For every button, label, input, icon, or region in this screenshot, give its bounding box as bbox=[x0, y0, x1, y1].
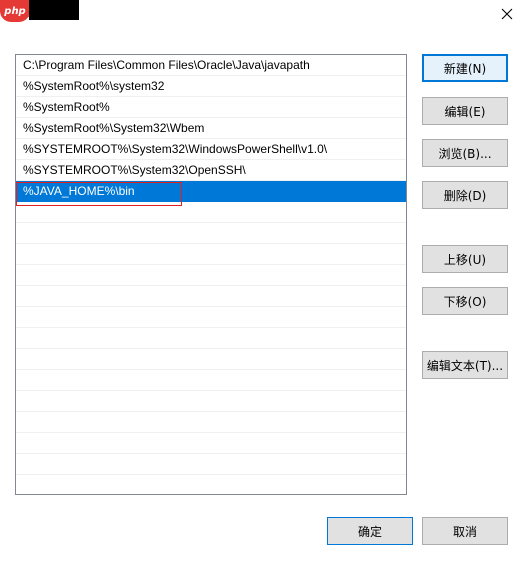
ok-button[interactable]: 确定 bbox=[327, 517, 413, 545]
new-button[interactable]: 新建(N) bbox=[422, 54, 508, 82]
list-item[interactable]: %JAVA_HOME%\bin bbox=[16, 181, 406, 202]
empty-row[interactable] bbox=[16, 328, 406, 349]
list-item[interactable]: %SystemRoot%\system32 bbox=[16, 76, 406, 97]
empty-row[interactable] bbox=[16, 475, 406, 494]
empty-row[interactable] bbox=[16, 244, 406, 265]
edit-text-button[interactable]: 编辑文本(T)... bbox=[422, 351, 508, 379]
empty-row[interactable] bbox=[16, 391, 406, 412]
list-item[interactable]: C:\Program Files\Common Files\Oracle\Jav… bbox=[16, 55, 406, 76]
empty-row[interactable] bbox=[16, 370, 406, 391]
edit-button[interactable]: 编辑(E) bbox=[422, 97, 508, 125]
path-list[interactable]: C:\Program Files\Common Files\Oracle\Jav… bbox=[15, 54, 407, 495]
browse-button[interactable]: 浏览(B)... bbox=[422, 139, 508, 167]
close-icon bbox=[501, 8, 513, 23]
cancel-button[interactable]: 取消 bbox=[422, 517, 508, 545]
list-item[interactable]: %SystemRoot% bbox=[16, 97, 406, 118]
empty-row[interactable] bbox=[16, 223, 406, 244]
php-logo: php bbox=[0, 0, 30, 22]
list-item[interactable]: %SYSTEMROOT%\System32\OpenSSH\ bbox=[16, 160, 406, 181]
move-up-button[interactable]: 上移(U) bbox=[422, 245, 508, 273]
empty-row[interactable] bbox=[16, 433, 406, 454]
close-button[interactable] bbox=[492, 0, 522, 30]
title-bar: 编辑环境变量 php bbox=[0, 0, 522, 32]
empty-row[interactable] bbox=[16, 286, 406, 307]
empty-row[interactable] bbox=[16, 412, 406, 433]
delete-button[interactable]: 删除(D) bbox=[422, 181, 508, 209]
redaction-block bbox=[29, 0, 79, 20]
empty-row[interactable] bbox=[16, 454, 406, 475]
empty-row[interactable] bbox=[16, 265, 406, 286]
empty-row[interactable] bbox=[16, 202, 406, 223]
list-item[interactable]: %SYSTEMROOT%\System32\WindowsPowerShell\… bbox=[16, 139, 406, 160]
move-down-button[interactable]: 下移(O) bbox=[422, 287, 508, 315]
list-item[interactable]: %SystemRoot%\System32\Wbem bbox=[16, 118, 406, 139]
empty-row[interactable] bbox=[16, 307, 406, 328]
empty-row[interactable] bbox=[16, 349, 406, 370]
